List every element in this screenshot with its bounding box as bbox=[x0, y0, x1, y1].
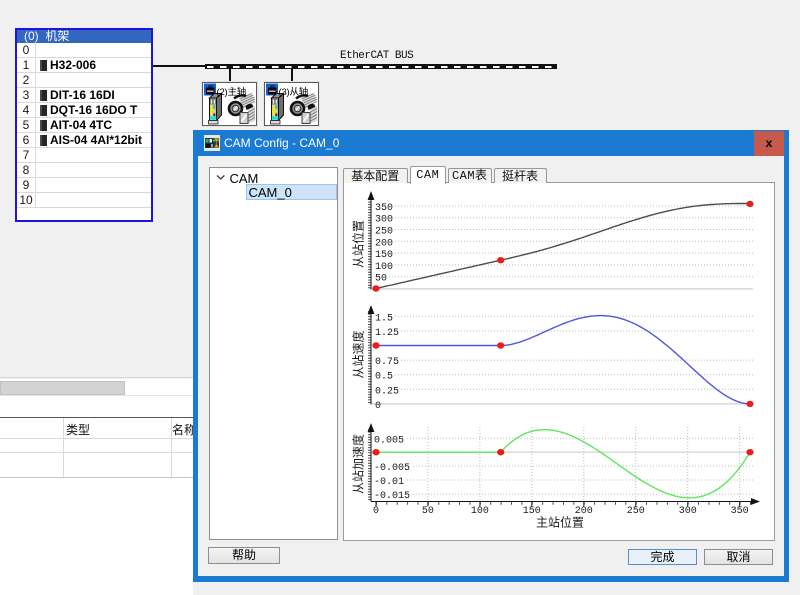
svg-text:0.5: 0.5 bbox=[375, 372, 393, 383]
svg-text:1.25: 1.25 bbox=[375, 328, 399, 339]
svg-text:50: 50 bbox=[375, 274, 387, 285]
svg-text:从站加速度: 从站加速度 bbox=[351, 434, 366, 494]
svg-text:100: 100 bbox=[471, 506, 489, 517]
svg-text:0.005: 0.005 bbox=[374, 435, 404, 446]
svg-text:350: 350 bbox=[731, 506, 749, 517]
svg-text:-0.015: -0.015 bbox=[374, 491, 410, 502]
svg-text:从站速度: 从站速度 bbox=[351, 330, 366, 378]
svg-text:-0.01: -0.01 bbox=[374, 477, 404, 488]
svg-text:0.25: 0.25 bbox=[375, 386, 399, 397]
svg-text:主站位置: 主站位置 bbox=[536, 515, 584, 530]
svg-text:0: 0 bbox=[373, 506, 379, 517]
svg-text:250: 250 bbox=[627, 506, 645, 517]
svg-text:0.75: 0.75 bbox=[375, 357, 399, 368]
svg-text:1.5: 1.5 bbox=[375, 313, 393, 324]
svg-text:50: 50 bbox=[422, 506, 434, 517]
svg-text:300: 300 bbox=[679, 506, 697, 517]
svg-text:-0.005: -0.005 bbox=[374, 463, 410, 474]
svg-text:从站位置: 从站位置 bbox=[351, 220, 366, 268]
svg-text:0: 0 bbox=[375, 401, 381, 412]
